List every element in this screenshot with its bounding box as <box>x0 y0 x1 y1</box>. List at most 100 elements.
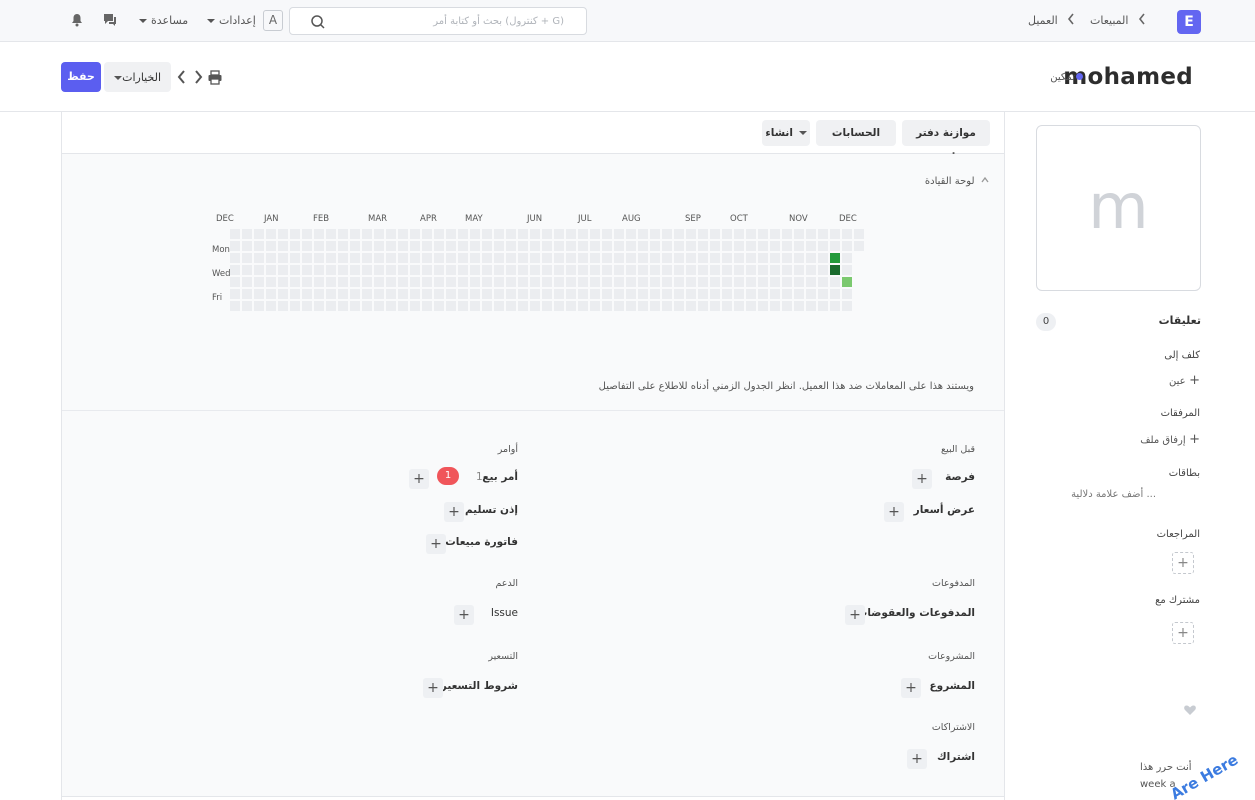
heatmap-cell <box>350 301 360 311</box>
add-sales-order-button[interactable]: + <box>409 469 429 489</box>
payments-link[interactable]: المدفوعات والعقوضات <box>857 607 975 619</box>
heatmap-cell <box>830 229 840 239</box>
add-issue-button[interactable]: + <box>454 605 474 625</box>
form-toolbar: موازنة دفتر الأستاذ الحسابات المدينة انش… <box>62 112 1004 165</box>
next-record-icon[interactable] <box>190 67 206 87</box>
add-pricing-rule-button[interactable]: + <box>423 678 443 698</box>
heatmap-cell <box>698 241 708 251</box>
sales-invoice-link[interactable]: فاتورة مبيعات <box>445 536 518 548</box>
heatmap-cell <box>626 229 636 239</box>
dashboard-toggle[interactable]: لوحة القيادة <box>925 174 990 187</box>
heatmap-cell <box>434 229 444 239</box>
settings-caret-icon <box>207 19 215 23</box>
heatmap-cell <box>326 241 336 251</box>
heatmap-cell <box>290 289 300 299</box>
create-dropdown[interactable]: انشاء <box>762 120 810 146</box>
options-dropdown[interactable]: الخيارات <box>104 62 171 92</box>
customer-avatar[interactable]: m <box>1036 125 1201 291</box>
add-delivery-note-button[interactable]: + <box>444 502 464 522</box>
heatmap-cell <box>326 265 336 275</box>
heatmap-cell <box>446 289 456 299</box>
attach-file-button[interactable]: إرفاق ملف + <box>1140 432 1200 447</box>
heatmap-cell <box>458 265 468 275</box>
heatmap-cell <box>446 241 456 251</box>
heatmap-cell <box>266 241 276 251</box>
sales-order-badge[interactable]: 1 <box>437 467 459 485</box>
heatmap-cell <box>746 241 756 251</box>
add-sales-invoice-button[interactable]: + <box>426 534 446 554</box>
save-button[interactable]: حفظ <box>61 62 101 92</box>
heatmap-cell <box>374 301 384 311</box>
create-label: انشاء <box>765 127 793 139</box>
breadcrumb-sales[interactable]: المبيعات <box>1090 14 1128 27</box>
add-tag-button[interactable]: أضف علامة دلالية ... <box>1071 489 1156 500</box>
heatmap-cell <box>326 253 336 263</box>
app-logo[interactable]: E <box>1177 10 1201 34</box>
heatmap-cell <box>638 277 648 287</box>
heatmap-cell <box>530 241 540 251</box>
heatmap-cell <box>626 289 636 299</box>
heatmap-cell <box>338 277 348 287</box>
dashboard-label: لوحة القيادة <box>924 176 975 187</box>
heatmap-cell <box>494 301 504 311</box>
chat-icon[interactable] <box>102 12 118 28</box>
heatmap-cell <box>314 277 324 287</box>
add-quotation-button[interactable]: + <box>884 502 904 522</box>
heatmap-cell <box>362 289 372 299</box>
heatmap-cell <box>314 265 324 275</box>
heatmap-cell <box>722 229 732 239</box>
heatmap-cell <box>734 289 744 299</box>
heatmap-cell <box>794 277 804 287</box>
add-payment-button[interactable]: + <box>845 605 865 625</box>
heatmap-cell <box>386 301 396 311</box>
receivables-button[interactable]: الحسابات المدينة <box>816 120 896 165</box>
heatmap-cell <box>278 229 288 239</box>
month-label: OCT <box>730 214 748 224</box>
ledger-balance-button[interactable]: موازنة دفتر الأستاذ <box>902 120 990 165</box>
add-opportunity-button[interactable]: + <box>912 469 932 489</box>
support-title: الدعم <box>495 578 518 589</box>
sales-order-link[interactable]: أمر بيع <box>482 471 518 483</box>
heatmap-cell <box>458 241 468 251</box>
tags-label: بطاقات <box>1168 468 1200 479</box>
delivery-note-link[interactable]: إذن تسليم <box>465 504 518 516</box>
assign-button[interactable]: عين + <box>1169 373 1200 388</box>
print-icon[interactable] <box>207 68 223 88</box>
heatmap-cell <box>434 241 444 251</box>
project-link[interactable]: المشروع <box>930 680 976 692</box>
search-icon <box>311 15 325 29</box>
settings-menu[interactable]: إعدادات <box>219 14 256 27</box>
heatmap-cell <box>590 289 600 299</box>
previous-record-icon[interactable] <box>174 67 190 87</box>
add-review-button[interactable]: + <box>1172 552 1194 574</box>
bell-icon[interactable] <box>70 13 84 27</box>
heatmap-cell <box>266 229 276 239</box>
heatmap-cell <box>782 265 792 275</box>
heatmap-cell <box>302 229 312 239</box>
pricing-rule-link[interactable]: شروط التسعير <box>441 680 518 692</box>
heatmap-cell <box>230 241 240 251</box>
add-subscription-button[interactable]: + <box>907 749 927 769</box>
heatmap-cell <box>254 289 264 299</box>
heart-icon[interactable] <box>1183 703 1197 717</box>
heatmap-cell <box>290 277 300 287</box>
heatmap-cell <box>842 277 852 287</box>
heatmap-cell <box>482 241 492 251</box>
heatmap-cell <box>530 289 540 299</box>
issue-link[interactable]: Issue <box>491 607 518 619</box>
page-header: mohamed تمكين حفظ الخيارات <box>0 42 1255 112</box>
help-menu[interactable]: مساعدة <box>151 14 188 27</box>
add-project-button[interactable]: + <box>901 678 921 698</box>
subscription-link[interactable]: اشتراك <box>937 751 975 763</box>
heatmap-cell <box>686 265 696 275</box>
breadcrumb-customer[interactable]: العميل <box>1028 14 1058 27</box>
heatmap-cell <box>746 229 756 239</box>
user-avatar[interactable]: A <box>263 10 283 31</box>
heatmap-cell <box>590 229 600 239</box>
opportunity-link[interactable]: فرصة <box>945 471 975 483</box>
heatmap-cell <box>782 289 792 299</box>
quotation-link[interactable]: عرض أسعار <box>914 504 975 516</box>
search-input[interactable]: بحث أو كتابة أمر (كنترول + G) <box>289 7 587 35</box>
add-share-button[interactable]: + <box>1172 622 1194 644</box>
heatmap-cell <box>398 265 408 275</box>
